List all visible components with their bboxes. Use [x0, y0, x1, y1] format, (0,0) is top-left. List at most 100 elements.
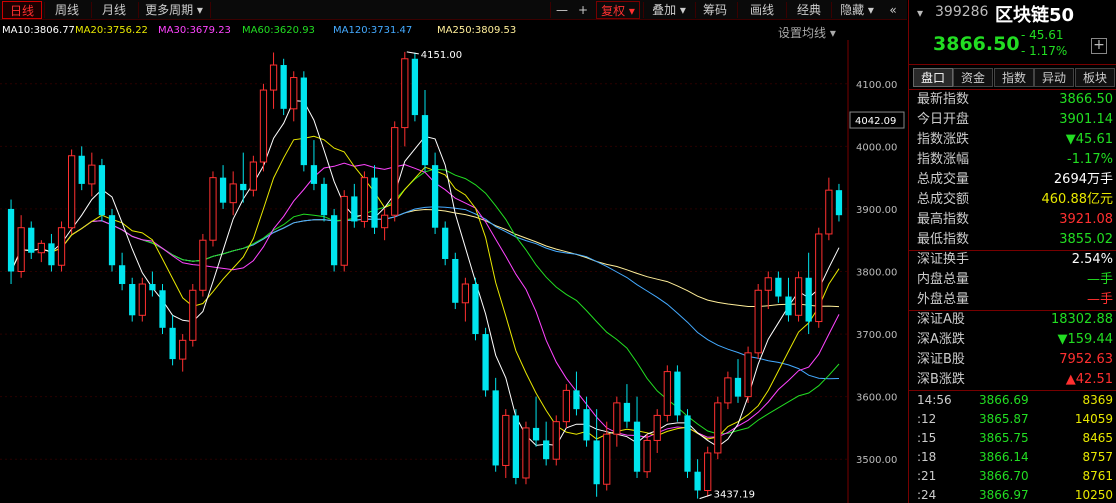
stat-label: 总成交额: [917, 192, 970, 207]
candle: [138, 277, 146, 322]
candles: [7, 51, 843, 499]
tab-sector[interactable]: 板块: [1075, 68, 1115, 87]
tab-daily[interactable]: 日线: [2, 1, 42, 19]
tick-time: :15: [917, 431, 937, 445]
candle-body: [7, 208, 15, 272]
classic-button[interactable]: 经典: [792, 1, 826, 19]
candle-body: [593, 440, 600, 485]
stat-row: 深B涨跌 ▲42.51: [917, 370, 1113, 390]
stat-value: 3866.50: [1059, 92, 1113, 107]
hide-dropdown[interactable]: 隐藏 ▾: [834, 1, 880, 19]
stat-value: -1.17%: [1067, 152, 1113, 167]
stat-label: 深证B股: [917, 352, 965, 367]
candle: [310, 140, 318, 191]
candle-body: [280, 65, 287, 109]
candle: [442, 221, 449, 266]
tick-row: 14:56 3866.69 8369: [917, 391, 1113, 410]
tick-row: :24 3866.97 10250: [917, 486, 1113, 503]
tick-price: 3866.70: [979, 469, 1029, 483]
candle-body: [108, 215, 116, 266]
low-label: 3437.19: [714, 490, 755, 501]
collapse-icon[interactable]: «: [884, 1, 902, 19]
more-periods-dropdown[interactable]: 更多周期 ▾: [140, 1, 208, 19]
stat-label: 最新指数: [917, 92, 970, 107]
ma10-label: MA10:3806.77: [2, 25, 75, 36]
stat-value: 2.54%: [1071, 252, 1113, 267]
tick-time: 14:56: [917, 393, 952, 407]
stat-value: —手: [1086, 292, 1113, 307]
candle-body: [28, 227, 35, 253]
candle: [401, 51, 409, 147]
candle-body: [734, 377, 742, 397]
dropdown-triangle-icon[interactable]: ▾: [917, 6, 923, 20]
tab-monthly[interactable]: 月线: [93, 1, 135, 19]
toolbar-divider: [695, 2, 696, 18]
candle: [219, 165, 227, 209]
candle-body: [714, 402, 722, 454]
candle: [259, 83, 268, 172]
adjust-rights-dropdown[interactable]: 复权 ▾: [596, 1, 640, 19]
ma-settings-dropdown[interactable]: 设置均线 ▾: [778, 24, 836, 41]
candle-body: [391, 127, 399, 216]
tab-anomaly[interactable]: 异动: [1034, 68, 1074, 87]
stat-label: 深证换手: [917, 252, 970, 267]
draw-lines-button[interactable]: 画线: [745, 1, 779, 19]
candle-body: [300, 77, 307, 166]
candle-body: [512, 415, 519, 478]
candle: [269, 52, 278, 109]
candle-body: [57, 227, 66, 266]
zoom-out-button[interactable]: —: [553, 1, 571, 19]
high-pointer: [406, 51, 419, 55]
candle-body: [562, 389, 570, 423]
kline-svg[interactable]: 4100.00 4000.00 3900.00 3800.00 3700.00 3600.…: [0, 40, 907, 503]
candle: [583, 396, 590, 447]
add-watchlist-button[interactable]: +: [1091, 38, 1107, 54]
candle-body: [129, 284, 136, 316]
chips-button[interactable]: 筹码: [698, 1, 732, 19]
kline-chart[interactable]: 4100.00 4000.00 3900.00 3800.00 3700.00 3600.…: [0, 40, 907, 503]
stat-label: 指数涨幅: [917, 152, 970, 167]
candle-body: [340, 195, 348, 266]
stat-row: 内盘总量 —手: [917, 270, 1113, 290]
candle: [512, 409, 519, 485]
low-pointer: [699, 494, 712, 500]
candle: [78, 146, 85, 191]
y-tick-label: 4100.00: [856, 80, 897, 91]
stat-row: 总成交量 2694万手: [917, 170, 1113, 190]
candle: [543, 421, 550, 466]
divider: [909, 64, 1116, 65]
tab-weekly[interactable]: 周线: [46, 1, 88, 19]
tab-orderbook[interactable]: 盘口: [913, 68, 953, 87]
candle-body: [623, 402, 631, 422]
candle-body: [17, 227, 25, 272]
candle: [7, 199, 15, 285]
tick-volume: 10250: [1074, 488, 1113, 502]
candle: [88, 152, 96, 197]
candle: [744, 346, 752, 403]
zoom-in-button[interactable]: +: [574, 1, 592, 19]
tab-funds[interactable]: 资金: [953, 68, 993, 87]
tab-index[interactable]: 指数: [994, 68, 1034, 87]
candle: [794, 271, 803, 322]
stat-label: 最低指数: [917, 232, 970, 247]
candle: [704, 446, 712, 497]
toolbar-divider: [737, 2, 738, 18]
candle-body: [48, 243, 55, 266]
stat-row: 指数涨幅 -1.17%: [917, 150, 1113, 170]
candle: [199, 233, 207, 297]
high-label: 4151.00: [421, 50, 462, 61]
overlay-dropdown[interactable]: 叠加 ▾: [646, 1, 692, 19]
candle: [764, 271, 772, 310]
candle-body: [492, 390, 499, 466]
candle: [169, 315, 176, 366]
candle: [421, 90, 429, 172]
candle-body: [653, 414, 661, 441]
candle: [573, 371, 580, 416]
candle-body: [442, 227, 449, 259]
candle-body: [138, 283, 146, 316]
stat-row: 今日开盘 3901.14: [917, 110, 1113, 130]
candle: [351, 183, 358, 228]
candle-body: [633, 421, 641, 472]
candle-body: [603, 433, 611, 485]
candle: [613, 396, 621, 447]
